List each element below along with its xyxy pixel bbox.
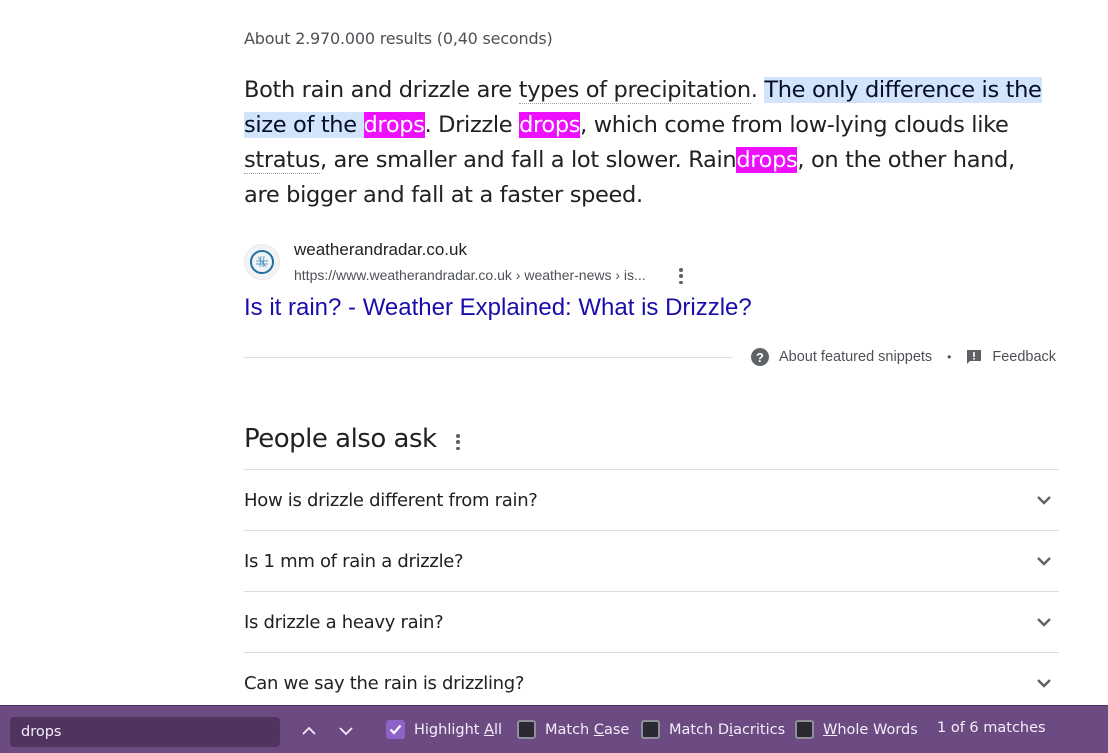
match-case-label: Match Case — [545, 721, 630, 738]
results-count: About 2.970.000 results (0,40 seconds) — [244, 29, 553, 48]
paa-question-text: How is drizzle different from rain? — [244, 489, 538, 511]
feedback-link[interactable]: Feedback — [992, 349, 1056, 365]
weather-globe-icon — [244, 244, 280, 280]
chevron-down-icon[interactable] — [1029, 556, 1059, 566]
highlight-all-label: Highlight All — [414, 721, 503, 738]
checkbox-box[interactable] — [641, 720, 660, 739]
match-diacritics-checkbox[interactable]: Match Diacritics — [641, 720, 785, 739]
match-case-checkbox[interactable]: Match Case — [517, 720, 629, 739]
site-url[interactable]: https://www.weatherandradar.co.uk › weat… — [294, 267, 646, 283]
divider — [244, 357, 732, 358]
whole-words-checkbox[interactable]: Whole Words — [795, 720, 918, 739]
site-name[interactable]: weatherandradar.co.uk — [294, 240, 467, 260]
snippet-text: Both rain and drizzle are — [244, 77, 519, 103]
snippet-text: , are smaller and fall a lot slower. Rai… — [319, 147, 737, 173]
snippet-text: . Drizzle — [424, 112, 520, 138]
paa-question-text: Can we say the rain is drizzling? — [244, 672, 525, 694]
paa-question-text: Is 1 mm of rain a drizzle? — [244, 550, 464, 572]
help-icon[interactable]: ? — [751, 348, 769, 366]
match-count: 1 of 6 matches — [937, 720, 1046, 736]
more-options-icon[interactable] — [676, 267, 686, 285]
highlight-all-checkbox[interactable]: Highlight All — [386, 720, 502, 739]
find-match-highlight: drops — [363, 112, 425, 138]
chevron-down-icon[interactable] — [1029, 617, 1059, 627]
find-previous-button[interactable] — [297, 720, 321, 742]
about-featured-snippets-link[interactable]: About featured snippets — [779, 349, 932, 365]
paa-question[interactable]: Is 1 mm of rain a drizzle? — [244, 530, 1059, 591]
checkbox-box[interactable] — [517, 720, 536, 739]
featured-snippet-text: Both rain and drizzle are types of preci… — [244, 73, 1044, 213]
snippet-text: , which come from low-lying clouds like — [580, 112, 1009, 138]
checkbox-box[interactable] — [795, 720, 814, 739]
paa-question[interactable]: Is drizzle a heavy rain? — [244, 591, 1059, 652]
people-also-ask-title: People also ask — [244, 424, 437, 454]
feedback-icon[interactable] — [966, 349, 982, 365]
snippet-footer: ? About featured snippets • Feedback — [751, 348, 1056, 366]
snippet-text: . — [750, 77, 765, 103]
separator-dot: • — [947, 350, 952, 364]
chevron-down-icon[interactable] — [1029, 678, 1059, 688]
paa-question-text: Is drizzle a heavy rain? — [244, 611, 444, 633]
paa-question[interactable]: Can we say the rain is drizzling? — [244, 652, 1059, 713]
whole-words-label: Whole Words — [823, 721, 918, 738]
match-diacritics-label: Match Diacritics — [669, 721, 786, 738]
find-input[interactable] — [10, 717, 280, 747]
snippet-term-link[interactable]: stratus — [244, 147, 320, 174]
people-also-ask-list: How is drizzle different from rain? Is 1… — [244, 469, 1059, 713]
find-bar: Highlight All Match Case Match Diacritic… — [0, 705, 1108, 753]
find-match-highlight: drops — [736, 147, 798, 173]
checkmark-icon[interactable] — [386, 720, 405, 739]
find-next-button[interactable] — [334, 720, 358, 742]
find-match-highlight: drops — [519, 112, 581, 138]
chevron-down-icon[interactable] — [1029, 495, 1059, 505]
result-title-link[interactable]: Is it rain? - Weather Explained: What is… — [244, 294, 752, 322]
snippet-term-link[interactable]: types of precipitation — [518, 77, 751, 104]
more-options-icon[interactable] — [455, 433, 461, 451]
paa-question[interactable]: How is drizzle different from rain? — [244, 469, 1059, 530]
